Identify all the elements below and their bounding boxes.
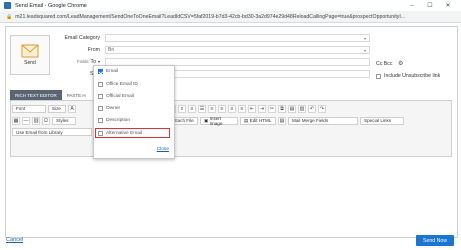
cc-bcc-link[interactable]: Cc Bcc <box>376 61 392 67</box>
close-icon[interactable]: ✕ <box>439 1 457 10</box>
maximize-icon[interactable]: ☐ <box>421 1 439 10</box>
checkbox-checked[interactable] <box>98 69 103 74</box>
justify-icon[interactable]: ≡ <box>238 104 246 113</box>
table-icon[interactable]: ▦ <box>12 116 20 125</box>
align-left-icon[interactable]: ≡ <box>208 104 216 113</box>
dropdown-item-office-email-id[interactable]: Office Email ID <box>98 82 138 87</box>
dropdown-item-official-email[interactable]: Official Email <box>98 94 134 99</box>
library-label: Use Email from Library <box>16 129 63 135</box>
window-title: Send Email - Google Chrome <box>15 2 87 9</box>
send-now-button[interactable]: Send Now <box>416 235 454 246</box>
chevron-down-icon: ▾ <box>363 35 366 41</box>
lock-icon: 🔒 <box>6 13 13 20</box>
font-label: Font <box>16 106 26 111</box>
styles-label: Styles <box>56 118 69 123</box>
email-category-label: Email Category <box>64 35 100 41</box>
edit-html-label: Edit HTML <box>249 118 272 123</box>
item-label: Owner <box>106 106 121 111</box>
dropdown-item-alternative-email[interactable]: Alternative Email <box>98 131 142 136</box>
undo-icon[interactable]: ↶ <box>308 104 316 113</box>
outdent-icon[interactable]: ⇤ <box>248 104 256 113</box>
use-email-from-library-button[interactable]: Use Email from Library <box>12 128 92 136</box>
checkbox[interactable] <box>98 82 103 87</box>
redo-icon[interactable]: ↷ <box>318 104 326 113</box>
fields-label[interactable]: Fields <box>77 59 88 65</box>
email-category-select[interactable]: ▾ <box>105 34 370 42</box>
cancel-link[interactable]: Cancel <box>6 237 23 243</box>
mail-merge-label: Mail Merge Fields <box>292 118 329 123</box>
unsubscribe-option[interactable]: Include Unsubscribe link <box>376 73 440 79</box>
toolbar-row-2: ▦ ― ⛓ Ω Styles Attach File ▣ Insert Imag… <box>12 115 404 126</box>
toolbar-row-3: Use Email from Library <box>12 128 92 137</box>
minimize-icon[interactable]: – <box>403 1 421 10</box>
send-label: Send <box>24 60 36 66</box>
size-label: Size <box>52 106 61 111</box>
attach-file-label: Attach File <box>172 118 194 123</box>
app-icon <box>4 2 11 9</box>
item-label: Alternative Email <box>106 131 142 136</box>
to-fields-dropdown: Email Office Email ID Official Email Own… <box>93 65 175 159</box>
from-label: From <box>87 47 100 53</box>
dropdown-item-email[interactable]: Email <box>98 69 118 74</box>
unsubscribe-label: Include Unsubscribe link <box>384 73 441 79</box>
edit-html-button[interactable]: ▤ Edit HTML <box>240 116 276 125</box>
mail-merge-fields-select[interactable]: Mail Merge Fields <box>288 116 358 125</box>
checkbox[interactable] <box>98 106 103 111</box>
special-char-icon[interactable]: Ω <box>42 116 50 125</box>
superscript-icon[interactable]: x <box>178 104 186 113</box>
item-label: Email <box>106 69 118 74</box>
unsubscribe-checkbox[interactable] <box>376 73 381 79</box>
send-button[interactable]: Send <box>10 35 50 75</box>
dropdown-item-description[interactable]: Description <box>98 118 130 123</box>
url-text[interactable]: m21.leadsquared.com/LeadManagement/SendO… <box>15 14 460 20</box>
special-links-select[interactable]: Special Links <box>360 116 404 125</box>
link-icon[interactable]: ⛓ <box>32 116 40 125</box>
tab-paste-html[interactable]: PASTE H <box>62 90 91 100</box>
dropdown-close-link[interactable]: Close <box>157 147 169 152</box>
chevron-down-icon: ▾ <box>363 47 366 53</box>
insert-image-label: Insert Image <box>209 115 223 126</box>
copy-icon[interactable]: ⧉ <box>278 104 286 113</box>
dropdown-item-owner[interactable]: Owner <box>98 106 120 111</box>
window-controls: – ☐ ✕ <box>403 1 457 10</box>
item-label: Office Email ID <box>106 82 138 87</box>
address-bar: 🔒 m21.leadsquared.com/LeadManagement/Sen… <box>0 11 461 23</box>
editor-tabs: RICH TEXT EDITOR PASTE H <box>10 90 91 100</box>
item-label: Description <box>106 118 130 123</box>
item-label: Official Email <box>106 94 134 99</box>
align-center-icon[interactable]: ≡ <box>218 104 226 113</box>
from-select[interactable]: Bri ▾ <box>105 46 370 54</box>
envelope-icon <box>21 44 39 58</box>
text-color-icon[interactable]: A <box>68 104 76 113</box>
checkbox[interactable] <box>98 131 103 136</box>
styles-select[interactable]: Styles <box>52 116 76 125</box>
mail-merge-icon[interactable]: ▤ <box>278 116 286 125</box>
paste-icon[interactable]: ▤ <box>288 104 296 113</box>
bullet-list-icon[interactable]: ☰ <box>198 104 206 113</box>
tab-rich-text-editor[interactable]: RICH TEXT EDITOR <box>10 90 62 100</box>
horizontal-rule-icon[interactable]: ― <box>22 116 30 125</box>
gear-icon[interactable]: ⚙ <box>398 60 403 67</box>
align-right-icon[interactable]: ≡ <box>228 104 236 113</box>
font-select[interactable]: Font <box>12 104 46 113</box>
paste-text-icon[interactable]: ▥ <box>298 104 306 113</box>
size-select[interactable]: Size <box>48 104 66 113</box>
special-links-label: Special Links <box>364 118 392 123</box>
insert-image-button[interactable]: ▣ Insert Image <box>200 115 238 126</box>
checkbox[interactable] <box>98 118 103 123</box>
indent-icon[interactable]: ⇥ <box>258 104 266 113</box>
numbered-list-icon[interactable]: ≡ <box>188 104 196 113</box>
from-value: Bri <box>108 47 115 53</box>
checkbox[interactable] <box>98 94 103 99</box>
cut-icon[interactable]: ✂ <box>268 104 276 113</box>
